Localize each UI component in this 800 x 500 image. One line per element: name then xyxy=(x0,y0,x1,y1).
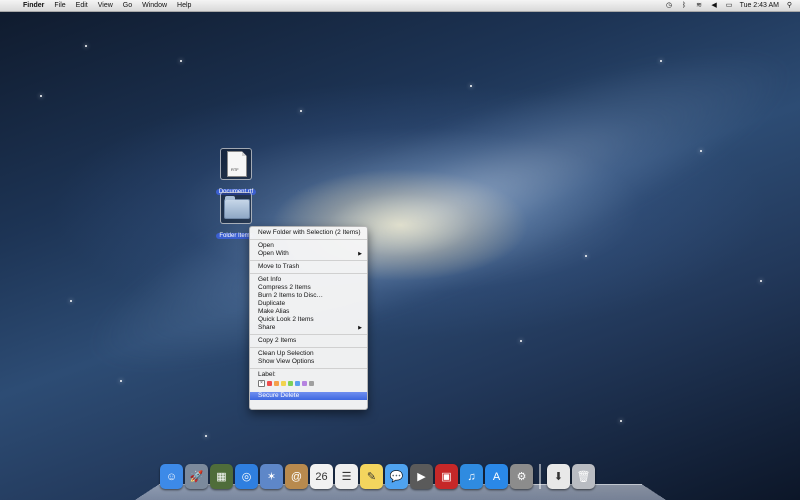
label-none-icon[interactable]: × xyxy=(258,380,265,387)
dock-divider xyxy=(539,464,541,489)
menu-separator xyxy=(250,368,367,369)
menu-separator xyxy=(250,239,367,240)
downloads-icon[interactable]: ⬇ xyxy=(547,464,570,489)
document-type-tag: RTF xyxy=(231,167,239,172)
system-preferences-icon[interactable]: ⚙ xyxy=(510,464,533,489)
galaxy-wallpaper xyxy=(57,0,800,427)
menu-bar: Finder File Edit View Go Window Help ◷ ᛒ… xyxy=(0,0,800,12)
menu-item-copy[interactable]: Copy 2 Items xyxy=(250,337,367,345)
menu-item-clean-up-selection[interactable]: Clean Up Selection xyxy=(250,350,367,358)
menu-item-open[interactable]: Open xyxy=(250,242,367,250)
menu-item-label: Share xyxy=(258,324,276,331)
time-machine-icon[interactable]: ◷ xyxy=(665,2,674,9)
menu-go[interactable]: Go xyxy=(118,0,137,11)
label-swatches: × xyxy=(250,379,367,388)
menu-edit[interactable]: Edit xyxy=(71,0,93,11)
menu-item-show-view-options[interactable]: Show View Options xyxy=(250,358,367,366)
mission-control-icon[interactable]: ▦ xyxy=(210,464,233,489)
star xyxy=(470,85,472,87)
submenu-arrow-icon: ▶ xyxy=(358,251,362,257)
folder-icon xyxy=(220,192,252,224)
menu-separator xyxy=(250,273,367,274)
menu-item-share[interactable]: Share ▶ xyxy=(250,324,367,332)
star xyxy=(180,60,182,62)
star xyxy=(660,60,662,62)
battery-icon[interactable]: ▭ xyxy=(725,2,734,9)
star xyxy=(520,340,522,342)
menu-item-label: Open With xyxy=(258,250,289,257)
menu-help[interactable]: Help xyxy=(172,0,196,11)
menu-item-move-to-trash[interactable]: Move to Trash xyxy=(250,263,367,271)
menu-separator xyxy=(250,334,367,335)
star xyxy=(300,110,302,112)
star xyxy=(620,420,622,422)
calendar-icon[interactable]: 26 xyxy=(310,464,333,489)
spotlight-icon[interactable]: ⚲ xyxy=(785,2,794,9)
menu-clock[interactable]: Tue 2:43 AM xyxy=(740,2,779,9)
menu-item-secure-delete[interactable]: Secure Delete xyxy=(250,392,367,400)
star xyxy=(40,95,42,97)
star xyxy=(70,300,72,302)
menu-item-open-with[interactable]: Open With ▶ xyxy=(250,250,367,258)
desktop-icon-document[interactable]: RTF Document.rtf xyxy=(211,148,261,198)
dock: ☺ 🚀 ▦ ◎ ✶ @26 ☰ ✎ 💬 ▶ ▣ ♫ A ⚙ ⬇ 🗑 xyxy=(135,462,666,500)
volume-icon[interactable]: ◀ xyxy=(710,2,719,9)
label-swatch-gray[interactable] xyxy=(309,381,314,386)
menu-file[interactable]: File xyxy=(49,0,70,11)
bluetooth-icon[interactable]: ᛒ xyxy=(680,2,689,9)
menu-view[interactable]: View xyxy=(93,0,118,11)
menu-item-burn[interactable]: Burn 2 Items to Disc… xyxy=(250,292,367,300)
label-swatch-green[interactable] xyxy=(288,381,293,386)
itunes-icon[interactable]: ♫ xyxy=(460,464,483,489)
label-swatch-blue[interactable] xyxy=(295,381,300,386)
wifi-icon[interactable]: ≋ xyxy=(695,2,704,9)
safari-icon[interactable]: ◎ xyxy=(235,464,258,489)
menu-separator xyxy=(250,260,367,261)
facetime-icon[interactable]: ▶ xyxy=(410,464,433,489)
menu-item-make-alias[interactable]: Make Alias xyxy=(250,308,367,316)
star xyxy=(120,380,122,382)
label-swatch-yellow[interactable] xyxy=(281,381,286,386)
menu-item-quick-look[interactable]: Quick Look 2 Items xyxy=(250,316,367,324)
submenu-arrow-icon: ▶ xyxy=(358,325,362,331)
status-area: ◷ ᛒ ≋ ◀ ▭ Tue 2:43 AM ⚲ xyxy=(665,2,800,9)
reminders-icon[interactable]: ☰ xyxy=(335,464,358,489)
menu-separator xyxy=(250,347,367,348)
label-swatch-purple[interactable] xyxy=(302,381,307,386)
notes-icon[interactable]: ✎ xyxy=(360,464,383,489)
menu-item-duplicate[interactable]: Duplicate xyxy=(250,300,367,308)
label-swatch-orange[interactable] xyxy=(274,381,279,386)
contacts-icon[interactable]: @ xyxy=(285,464,308,489)
star xyxy=(85,45,87,47)
star xyxy=(585,255,587,257)
star xyxy=(700,150,702,152)
finder-icon[interactable]: ☺ xyxy=(160,464,183,489)
photo-booth-icon[interactable]: ▣ xyxy=(435,464,458,489)
menu-item-compress[interactable]: Compress 2 Items xyxy=(250,284,367,292)
desktop-background xyxy=(0,0,800,500)
menu-item-get-info[interactable]: Get Info xyxy=(250,276,367,284)
launchpad-icon[interactable]: 🚀 xyxy=(185,464,208,489)
label-heading: Label: xyxy=(258,371,276,378)
menu-item-new-folder-with-selection[interactable]: New Folder with Selection (2 Items) xyxy=(250,229,367,237)
trash-icon[interactable]: 🗑 xyxy=(572,464,595,489)
messages-icon[interactable]: 💬 xyxy=(385,464,408,489)
menu-window[interactable]: Window xyxy=(137,0,172,11)
app-store-icon[interactable]: A xyxy=(485,464,508,489)
star xyxy=(205,435,207,437)
star xyxy=(760,280,762,282)
menu-finder[interactable]: Finder xyxy=(18,0,49,11)
photo-icon[interactable]: ✶ xyxy=(260,464,283,489)
document-icon: RTF xyxy=(220,148,252,180)
label-swatch-red[interactable] xyxy=(267,381,272,386)
dock-icons: ☺ 🚀 ▦ ◎ ✶ @26 ☰ ✎ 💬 ▶ ▣ ♫ A ⚙ ⬇ 🗑 xyxy=(160,464,595,489)
context-menu: New Folder with Selection (2 Items) Open… xyxy=(249,226,368,410)
